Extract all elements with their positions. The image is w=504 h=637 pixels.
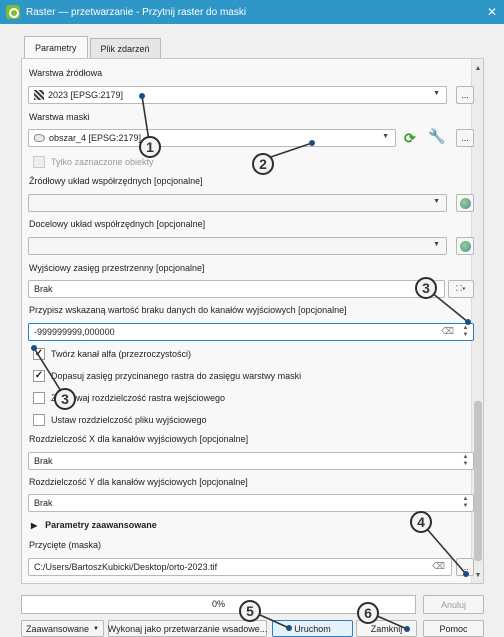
nodata-value: -999999999,000000 (34, 327, 115, 337)
selected-only-label: Tylko zaznaczone obiekty (51, 157, 154, 167)
x-resolution-label: Rozdzielczość X dla kanałów wyjściowych … (29, 434, 249, 444)
run-batch-button[interactable]: Wykonaj jako przetwarzanie wsadowe... (108, 620, 267, 637)
qgis-logo-icon (6, 5, 20, 19)
spinbox-arrows-icon[interactable]: ▲ ▼ (460, 325, 471, 339)
extent-value: Brak (34, 284, 53, 294)
source-crs-select[interactable]: ▼ (28, 194, 447, 212)
callout-marker-5: 5 (239, 600, 261, 622)
tab-log[interactable]: Plik zdarzeń (89, 38, 161, 58)
source-crs-label: Źródłowy układ współrzędnych [opcjonalne… (29, 176, 203, 186)
tab-parameters[interactable]: Parametry (24, 36, 88, 58)
source-layer-label: Warstwa źródłowa (29, 68, 103, 78)
advanced-button-label: Zaawansowane (26, 623, 90, 634)
source-layer-select[interactable]: 2023 [EPSG:2179] ▼ (28, 86, 447, 104)
extent-input[interactable]: Brak (28, 280, 445, 298)
set-resolution-label: Ustaw rozdzielczość pliku wyjściowego (51, 415, 207, 425)
callout-marker-6: 6 (357, 602, 379, 624)
mask-layer-label: Warstwa maski (29, 112, 90, 122)
extent-menu-button[interactable]: ⛶▾ (448, 280, 474, 298)
source-layer-browse-button[interactable]: ... (456, 86, 474, 104)
y-resolution-value: Brak (34, 498, 53, 508)
polygon-layer-icon (34, 134, 45, 142)
chevron-down-icon: ▼ (93, 625, 99, 632)
globe-icon (459, 197, 471, 209)
raster-layer-icon (34, 90, 44, 100)
target-crs-picker-button[interactable] (456, 237, 474, 255)
callout-dot (404, 626, 410, 632)
run-button[interactable]: Uruchom (272, 620, 353, 637)
y-resolution-input[interactable]: Brak ▲ ▼ (28, 494, 474, 512)
fit-extent-label: Dopasuj zasięg przycinanego rastra do za… (51, 371, 302, 381)
callout-marker-2: 2 (252, 153, 274, 175)
clipped-output-label: Przycięte (maska) (29, 540, 102, 550)
chevron-down-icon[interactable]: ▼ (382, 133, 389, 140)
mask-layer-select[interactable]: obszar_4 [EPSG:2179] ▼ (28, 129, 396, 147)
alpha-band-label: Twórz kanał alfa (przezroczystości) (51, 349, 192, 359)
callout-dot (465, 319, 471, 325)
spinbox-arrows-icon[interactable]: ▲ ▼ (460, 496, 471, 510)
wrench-icon[interactable]: 🔧 (428, 128, 445, 145)
keep-resolution-checkbox[interactable] (33, 392, 45, 404)
nodata-input[interactable]: -999999999,000000 ⌫ ▲ ▼ (28, 323, 474, 341)
scroll-up-icon[interactable]: ▲ (472, 65, 483, 72)
clear-icon[interactable]: ⌫ (432, 561, 445, 572)
clipped-output-input[interactable]: C:/Users/BartoszKubicki/Desktop/orto-202… (28, 558, 452, 576)
callout-dot (139, 93, 145, 99)
callout-marker-3: 3 (415, 277, 437, 299)
scrollbar-thumb[interactable] (474, 401, 482, 561)
cancel-button[interactable]: Anuluj (423, 595, 484, 614)
globe-icon (459, 240, 471, 252)
triangle-right-icon: ▶ (31, 520, 38, 530)
fit-extent-checkbox[interactable]: ✓ (33, 370, 45, 382)
extent-label: Wyjściowy zasięg przestrzenny [opcjonaln… (29, 263, 205, 273)
selected-only-checkbox[interactable] (33, 156, 45, 168)
mask-layer-browse-button[interactable]: ... (456, 129, 474, 147)
chevron-down-icon[interactable]: ▼ (433, 198, 440, 205)
nodata-label: Przypisz wskazaną wartość braku danych d… (29, 305, 347, 315)
clear-icon[interactable]: ⌫ (441, 326, 454, 337)
keep-resolution-label: Zachowaj rozdzielczość rastra wejścioweg… (51, 393, 226, 403)
callout-marker-1: 1 (139, 136, 161, 158)
parameters-panel: ▲ ▼ Warstwa źródłowa 2023 [EPSG:2179] ▼ … (21, 58, 484, 584)
callout-marker-4: 4 (410, 511, 432, 533)
spinbox-arrows-icon[interactable]: ▲ ▼ (460, 454, 471, 468)
advanced-parameters-label: Parametry zaawansowane (45, 520, 157, 530)
callout-dot (286, 625, 292, 631)
help-button[interactable]: Pomoc (423, 620, 484, 637)
callout-dot (31, 345, 37, 351)
callout-dot (463, 571, 469, 577)
title-bar: Raster — przetwarzanie - Przytnij raster… (0, 0, 504, 24)
set-resolution-checkbox[interactable] (33, 414, 45, 426)
callout-dot (309, 140, 315, 146)
advanced-menu-button[interactable]: Zaawansowane ▼ (21, 620, 104, 637)
mask-layer-value: obszar_4 [EPSG:2179] (49, 133, 142, 143)
target-crs-label: Docelowy układ współrzędnych [opcjonalne… (29, 219, 206, 229)
chevron-down-icon[interactable]: ▼ (433, 241, 440, 248)
iterate-features-icon[interactable]: ⟳ (404, 130, 416, 147)
window-title: Raster — przetwarzanie - Przytnij raster… (26, 6, 247, 18)
x-resolution-input[interactable]: Brak ▲ ▼ (28, 452, 474, 470)
advanced-parameters-toggle[interactable]: ▶ Parametry zaawansowane (31, 520, 157, 530)
target-crs-select[interactable]: ▼ (28, 237, 447, 255)
source-crs-picker-button[interactable] (456, 194, 474, 212)
close-icon[interactable]: ✕ (480, 5, 504, 19)
source-layer-value: 2023 [EPSG:2179] (48, 90, 124, 100)
callout-marker-3b: 3 (54, 388, 76, 410)
extent-select-icon: ⛶▾ (456, 284, 466, 293)
clipped-output-value: C:/Users/BartoszKubicki/Desktop/orto-202… (34, 562, 218, 572)
tab-bar: Parametry Plik zdarzeń (24, 36, 163, 58)
y-resolution-label: Rozdzielczość Y dla kanałów wyjściowych … (29, 477, 248, 487)
x-resolution-value: Brak (34, 456, 53, 466)
chevron-down-icon[interactable]: ▼ (433, 90, 440, 97)
